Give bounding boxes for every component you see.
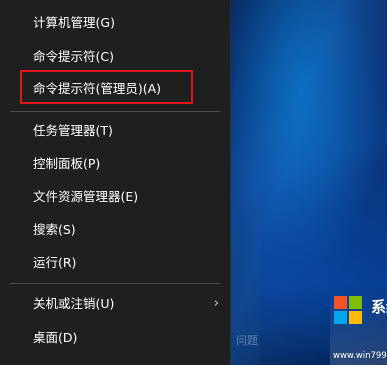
- menu-item-desktop[interactable]: 桌面(D): [0, 321, 231, 355]
- logo-tile-blue: [334, 311, 347, 324]
- menu-item-command-prompt[interactable]: 命令提示符(C): [0, 40, 231, 74]
- logo-tile-red: [334, 296, 347, 309]
- chevron-right-icon: ›: [213, 296, 219, 311]
- menu-item-control-panel[interactable]: 控制面板(P): [0, 147, 231, 181]
- watermark-brand: 系统粉: [371, 298, 387, 316]
- menu-item-run[interactable]: 运行(R): [0, 246, 231, 280]
- menu-item-search[interactable]: 搜索(S): [0, 213, 231, 247]
- logo-tiles: [334, 296, 362, 324]
- watermark-site: www.win7999.com: [333, 351, 387, 361]
- menu-item-label: 关机或注销(U): [33, 296, 115, 311]
- menu-item-label: 控制面板(P): [33, 156, 101, 171]
- winx-context-menu: 计算机管理(G) 命令提示符(C) 命令提示符(管理员)(A) 任务管理器(T)…: [0, 0, 231, 365]
- menu-item-label: 桌面(D): [33, 330, 78, 345]
- menu-separator: [10, 283, 221, 284]
- menu-item-label: 运行(R): [33, 255, 77, 270]
- menu-separator: [10, 111, 221, 112]
- logo-tile-green: [349, 296, 362, 309]
- menu-item-label: 计算机管理(G): [33, 15, 115, 30]
- menu-item-task-manager[interactable]: 任务管理器(T): [0, 114, 231, 148]
- menu-item-label: 命令提示符(C): [33, 49, 114, 64]
- menu-item-label: 文件资源管理器(E): [33, 189, 139, 204]
- menu-item-shutdown-signout[interactable]: 关机或注销(U) ›: [0, 287, 231, 321]
- taskbar-partial-text: 问题: [236, 334, 258, 347]
- logo-tile-yellow: [349, 311, 362, 324]
- highlight-annotation-box: [20, 70, 193, 104]
- menu-item-computer-management[interactable]: 计算机管理(G): [0, 6, 231, 40]
- menu-item-file-explorer[interactable]: 文件资源管理器(E): [0, 180, 231, 214]
- screen: 问题 计算机管理(G) 命令提示符(C) 命令提示符(管理员)(A) 任务管理器…: [0, 0, 387, 365]
- menu-item-label: 搜索(S): [33, 222, 76, 237]
- menu-item-label: 任务管理器(T): [33, 123, 113, 138]
